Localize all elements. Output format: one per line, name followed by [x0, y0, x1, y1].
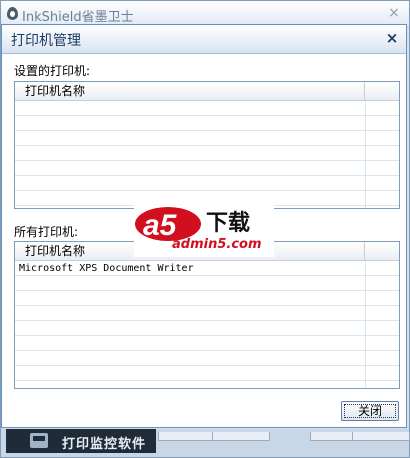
column-header-printer-name[interactable]: 打印机名称 [15, 82, 365, 100]
watermark: a5 下载 admin5.com [134, 203, 274, 257]
dialog-titlebar: 打印机管理 × [2, 25, 406, 54]
inkdrop-icon [7, 7, 18, 20]
watermark-suffix: 下载 [206, 211, 251, 236]
configured-list-rows [15, 101, 399, 208]
printer-icon [30, 433, 48, 448]
background-button-stub[interactable] [212, 432, 270, 441]
banner-text: 打印监控软件 [62, 437, 147, 452]
all-printers-label: 所有打印机: [14, 225, 79, 239]
column-header-filler [365, 242, 399, 260]
background-close-icon[interactable]: × [386, 5, 402, 21]
all-printers-list[interactable]: 打印机名称 Microsoft XPS Document Writer [14, 241, 400, 389]
configured-list-header: 打印机名称 [15, 82, 399, 101]
background-button-stub[interactable] [158, 432, 216, 441]
dialog-close-icon[interactable]: × [384, 30, 400, 46]
configured-printers-label: 设置的打印机: [14, 64, 91, 78]
column-header-filler [365, 82, 399, 100]
all-list-rows: Microsoft XPS Document Writer [15, 261, 399, 388]
software-banner: 打印监控软件 [6, 429, 156, 453]
dialog-title: 打印机管理 [11, 33, 81, 49]
watermark-domain: admin5.com [172, 237, 262, 252]
list-item[interactable]: Microsoft XPS Document Writer [19, 261, 194, 276]
configured-printers-list[interactable]: 打印机名称 [14, 81, 400, 209]
background-window-title: InkShield省墨卫士 [22, 10, 134, 25]
close-button[interactable]: 关闭 [341, 401, 399, 421]
background-button-stub[interactable] [352, 432, 410, 441]
